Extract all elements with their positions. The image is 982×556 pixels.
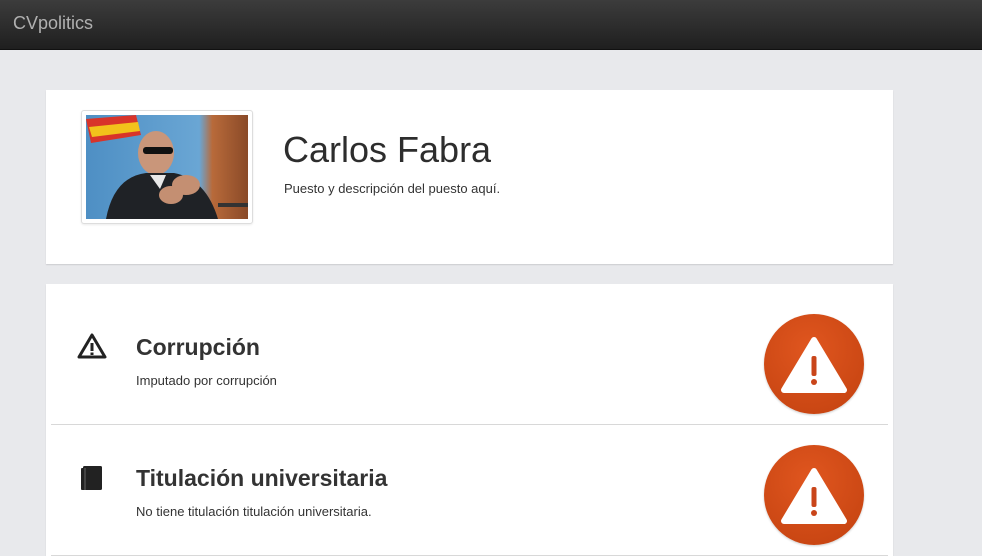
items-card: Corrupción Imputado por corrupción Titul… — [46, 284, 893, 556]
profile-photo — [86, 115, 248, 219]
profile-name: Carlos Fabra — [283, 129, 492, 170]
profile-card: Carlos Fabra Puesto y descripción del pu… — [46, 90, 893, 264]
alert-icon — [764, 314, 864, 414]
profile-photo-frame — [81, 110, 253, 224]
item-title: Titulación universitaria — [136, 465, 388, 491]
warning-triangle-icon — [77, 332, 107, 362]
item-title: Corrupción — [136, 334, 260, 360]
navbar: CVpolitics — [0, 0, 982, 50]
list-item-corruption: Corrupción Imputado por corrupción — [51, 294, 888, 425]
item-description: No tiene titulación titulación universit… — [136, 504, 372, 519]
list-item-degree: Titulación universitaria No tiene titula… — [51, 425, 888, 556]
brand-link[interactable]: CVpolitics — [13, 0, 93, 47]
item-description: Imputado por corrupción — [136, 373, 277, 388]
book-icon — [77, 463, 107, 493]
alert-icon — [764, 445, 864, 545]
profile-role: Puesto y descripción del puesto aquí. — [284, 181, 501, 196]
